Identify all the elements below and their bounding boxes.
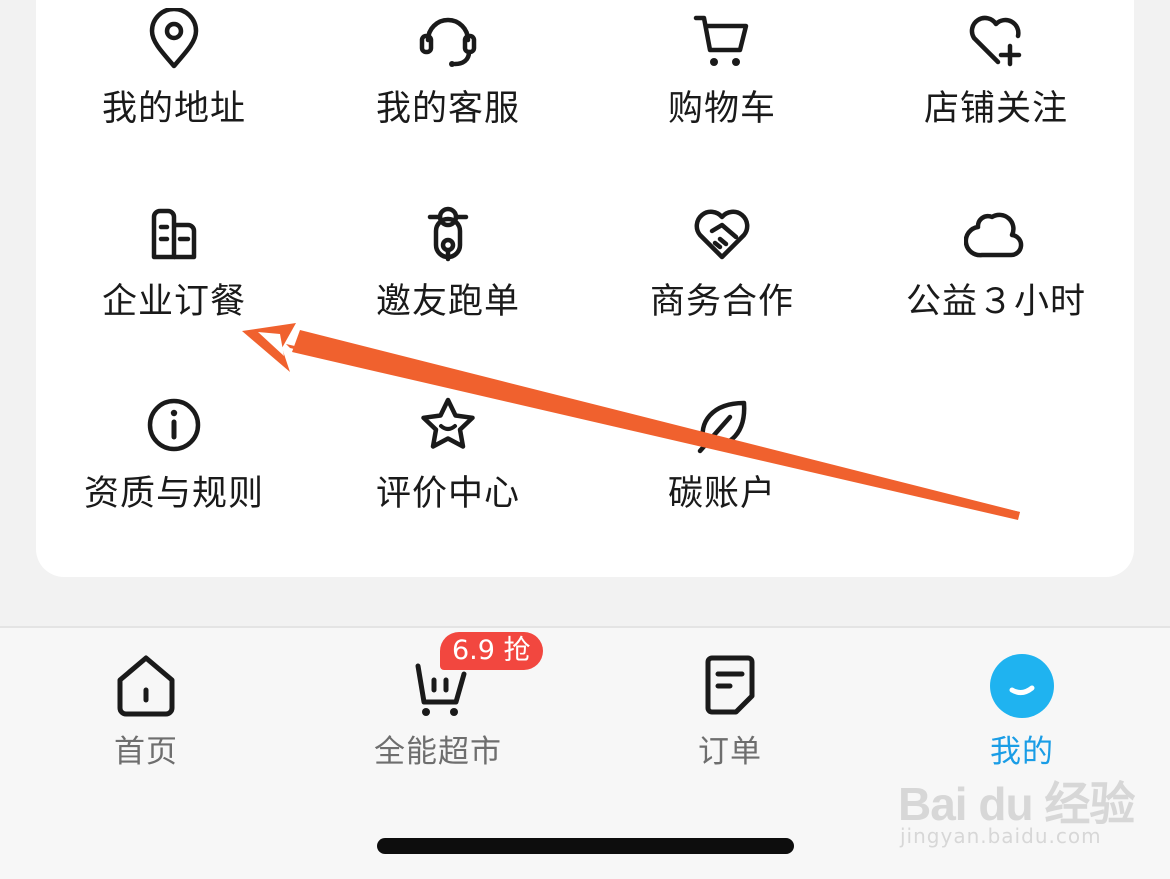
star-smile-icon — [421, 397, 475, 449]
cloud-icon — [964, 212, 1024, 258]
headset-icon — [419, 17, 477, 67]
home-icon — [117, 655, 175, 717]
service-label: 邀友跑单 — [375, 282, 520, 322]
service-label: 商务合作 — [649, 282, 794, 322]
service-label: 我的客服 — [375, 89, 520, 129]
service-business-cooperation[interactable]: 商务合作 — [584, 193, 860, 343]
service-review-center[interactable]: 评价中心 — [310, 385, 586, 535]
handshake-heart-icon — [694, 209, 750, 260]
leaf-icon — [697, 400, 747, 454]
service-enterprise-dining[interactable]: 企业订餐 — [36, 193, 312, 343]
service-my-address[interactable]: 我的地址 — [36, 0, 312, 150]
promo-badge: 6.9 抢 — [440, 632, 543, 670]
service-label: 我的地址 — [101, 89, 246, 129]
service-customer-service[interactable]: 我的客服 — [310, 0, 586, 150]
service-label: 公益３小时 — [905, 282, 1086, 322]
shopping-cart-icon — [693, 15, 749, 66]
service-cart[interactable]: 购物车 — [584, 0, 860, 150]
service-carbon-account[interactable]: 碳账户 — [584, 385, 860, 535]
info-icon — [147, 398, 201, 452]
tab-home[interactable]: 首页 — [0, 628, 292, 778]
service-followed-shops[interactable]: 店铺关注 — [858, 0, 1134, 150]
service-charity-3-hours[interactable]: 公益３小时 — [858, 193, 1134, 343]
service-label: 碳账户 — [667, 474, 776, 514]
tab-label: 订单 — [698, 734, 762, 770]
building-icon — [151, 208, 197, 260]
home-indicator — [377, 838, 794, 854]
service-label: 资质与规则 — [83, 474, 264, 514]
profile-icon — [990, 654, 1054, 718]
service-label: 店铺关注 — [923, 89, 1068, 129]
service-qualifications-rules[interactable]: 资质与规则 — [36, 385, 312, 535]
service-label: 购物车 — [667, 89, 776, 129]
heart-plus-icon — [969, 15, 1022, 67]
service-label: 企业订餐 — [101, 282, 246, 322]
tab-label: 首页 — [114, 734, 178, 770]
service-invite-friends[interactable]: 邀友跑单 — [310, 193, 586, 343]
location-pin-icon — [149, 8, 199, 69]
tab-label: 全能超市 — [374, 734, 502, 770]
order-icon — [705, 655, 755, 715]
rider-icon — [427, 206, 469, 262]
watermark: Bai du 经验 jingyan.baidu.com — [898, 746, 1135, 856]
tab-orders[interactable]: 订单 — [584, 628, 876, 778]
watermark-url: jingyan.baidu.com — [900, 824, 1102, 848]
services-card: 我的地址 我的客服 购物车 店铺关注 企业订餐 邀友跑单 商务合作 公益３小时 … — [36, 0, 1134, 577]
service-label: 评价中心 — [375, 474, 520, 514]
